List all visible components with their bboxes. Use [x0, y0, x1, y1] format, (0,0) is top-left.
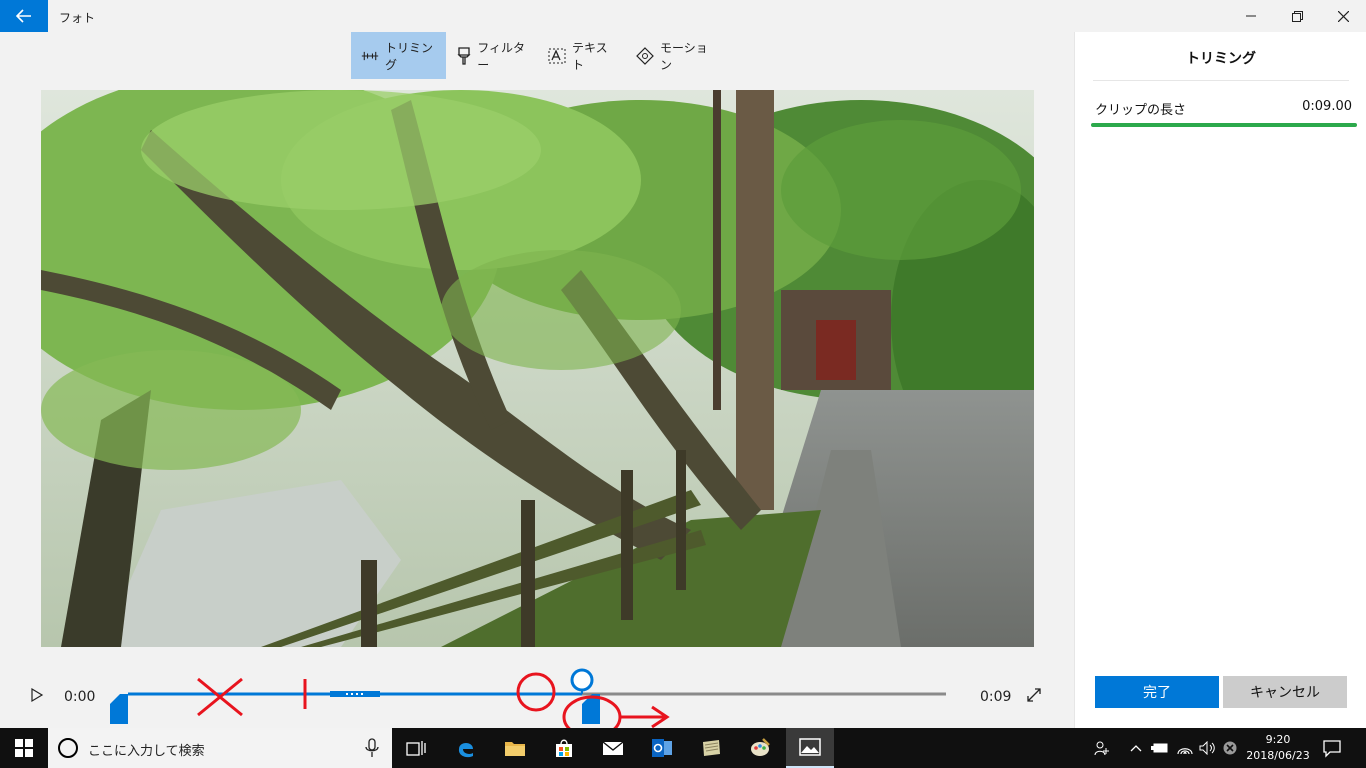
outlook-icon — [652, 739, 672, 757]
close-button[interactable] — [1320, 0, 1366, 32]
restore-icon — [1291, 10, 1303, 22]
paint-button[interactable] — [736, 728, 784, 768]
clip-length-label: クリップの長さ — [1095, 103, 1187, 118]
files-icon — [703, 740, 720, 756]
editor-area: トリミング フィルター テキスト モーション 0:00 0:09 — [0, 32, 1074, 739]
video-preview[interactable] — [41, 90, 1034, 647]
show-hidden-icons-chevron-icon[interactable] — [1129, 740, 1143, 756]
mail-icon — [602, 741, 624, 755]
wifi-icon[interactable] — [1176, 740, 1194, 756]
notification-icon — [1323, 740, 1341, 758]
video-frame — [41, 90, 1034, 647]
mail-button[interactable] — [589, 728, 637, 768]
tab-motion-label: モーション — [660, 40, 708, 72]
minimize-button[interactable] — [1228, 0, 1274, 32]
restore-button[interactable] — [1274, 0, 1320, 32]
filter-icon — [456, 46, 471, 65]
microphone-icon[interactable] — [364, 738, 380, 758]
windows-logo-icon — [15, 739, 33, 757]
cancel-button[interactable]: キャンセル — [1223, 676, 1347, 708]
outlook-button[interactable] — [638, 728, 686, 768]
back-button[interactable] — [0, 0, 48, 32]
annotation-cross-mark — [197, 677, 243, 717]
timeline: 0:00 0:09 — [0, 649, 1074, 739]
taskbar: ここに入力して検索 9:20 2018/06/23 — [0, 728, 1366, 768]
trim-panel: トリミング クリップの長さ 0:09.00 完了 キャンセル — [1074, 32, 1366, 728]
taskbar-search-box[interactable]: ここに入力して検索 — [48, 728, 392, 768]
tab-filter-label: フィルター — [477, 40, 526, 72]
search-placeholder: ここに入力して検索 — [88, 744, 205, 759]
clip-length-bar — [1091, 123, 1357, 127]
trim-track — [110, 668, 946, 739]
panel-divider — [1093, 80, 1349, 81]
trim-start-handle[interactable] — [110, 694, 128, 724]
status-x-icon[interactable] — [1222, 740, 1238, 756]
tab-text[interactable]: テキスト — [538, 32, 626, 79]
app-title: フォト — [59, 11, 96, 25]
volume-icon[interactable] — [1199, 740, 1217, 756]
edge-icon — [458, 743, 473, 758]
tab-text-label: テキスト — [572, 40, 608, 72]
photos-button[interactable] — [786, 728, 834, 768]
edit-toolbar: トリミング フィルター テキスト モーション — [351, 32, 726, 79]
tab-filter[interactable]: フィルター — [446, 32, 538, 79]
photos-icon — [799, 738, 821, 756]
back-arrow-icon — [16, 9, 31, 23]
cortana-icon — [58, 738, 78, 758]
trim-icon — [361, 47, 379, 65]
battery-icon[interactable] — [1151, 740, 1169, 756]
clip-length-value: 0:09.00 — [1302, 99, 1352, 114]
tab-motion[interactable]: モーション — [626, 32, 726, 79]
app-button-folder[interactable] — [687, 728, 735, 768]
minimize-icon — [1246, 15, 1256, 17]
title-bar: フォト — [0, 0, 1366, 32]
edge-button[interactable] — [442, 728, 490, 768]
done-button[interactable]: 完了 — [1095, 676, 1219, 708]
clock-date: 2018/06/23 — [1246, 749, 1310, 762]
store-icon — [556, 739, 572, 757]
folder-icon — [505, 742, 525, 756]
file-explorer-button[interactable] — [491, 728, 539, 768]
motion-icon — [636, 46, 654, 65]
clock-time: 9:20 — [1265, 733, 1291, 746]
task-view-button[interactable] — [392, 728, 440, 768]
system-clock[interactable]: 9:20 2018/06/23 — [1240, 732, 1316, 764]
action-center-button[interactable] — [1322, 738, 1344, 758]
people-icon[interactable] — [1093, 740, 1111, 756]
tab-trim-label: トリミング — [385, 40, 434, 72]
text-icon — [548, 47, 566, 65]
store-button[interactable] — [540, 728, 588, 768]
annotation-right-arrow — [620, 705, 670, 729]
paint-icon — [751, 738, 770, 756]
playhead[interactable] — [570, 668, 594, 692]
tab-trim[interactable]: トリミング — [351, 32, 446, 79]
annotation-circle-mark — [516, 672, 556, 712]
task-view-icon — [406, 741, 426, 756]
panel-title: トリミング — [1186, 51, 1256, 67]
start-button[interactable] — [0, 728, 48, 768]
close-icon — [1337, 10, 1349, 22]
